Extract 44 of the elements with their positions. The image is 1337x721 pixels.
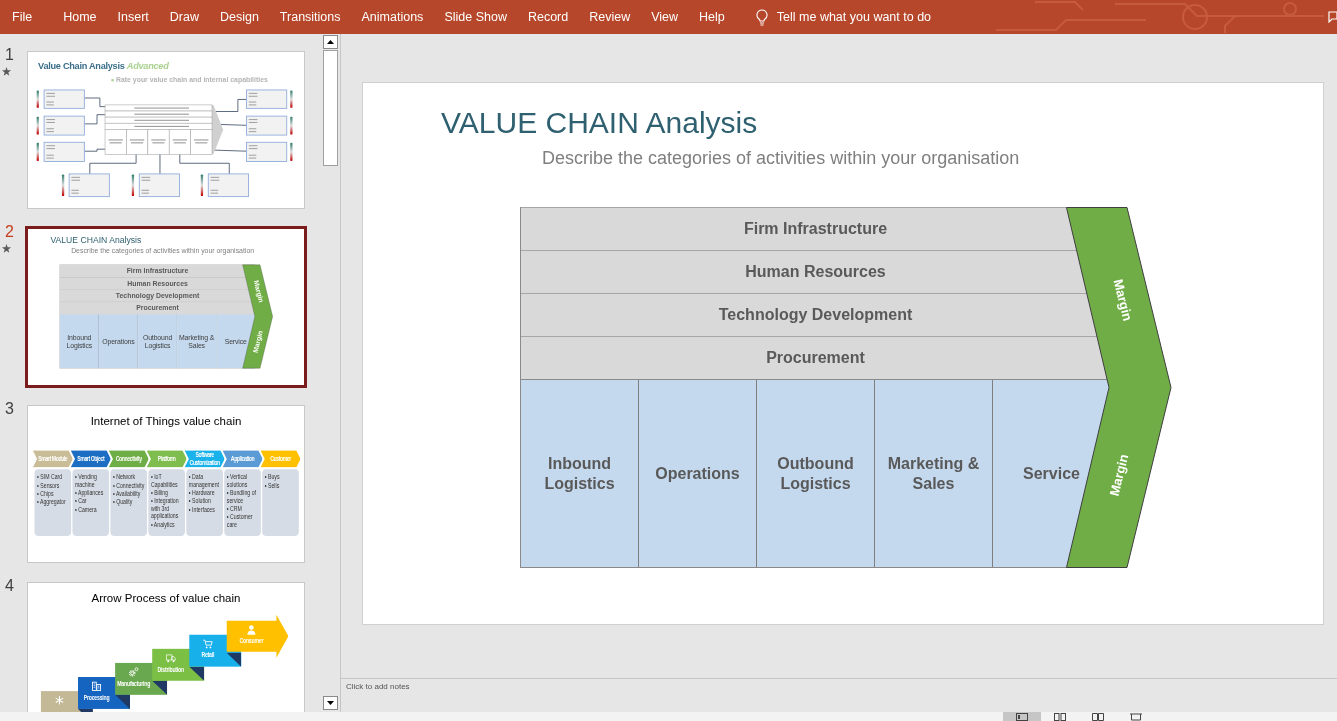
ribbon-tab[interactable]: Design (219, 5, 259, 29)
slide-title: Internet of Things value chain (89, 413, 243, 428)
ribbon-tab[interactable]: Animations (361, 5, 424, 29)
ribbon-tab[interactable]: View (651, 5, 679, 29)
lightbulb-icon (755, 8, 768, 26)
slide-thumbnail[interactable] (25, 226, 307, 388)
grid-icon (1054, 713, 1066, 721)
primary-activity-block: Marketing & Sales (875, 380, 993, 567)
scroll-down-button[interactable] (322, 696, 338, 710)
ribbon-tab[interactable]: Record (527, 5, 569, 29)
ribbon-tab[interactable]: Draw (169, 5, 199, 29)
slide-title: VALUE CHAIN Analysis (441, 105, 758, 141)
triangle-down-icon (326, 701, 334, 705)
bullet-icon (111, 79, 114, 82)
projector-screen-icon (1130, 713, 1142, 721)
primary-activity-block: Inbound Logistics (521, 380, 639, 567)
ribbon-tab[interactable]: Insert (117, 5, 149, 29)
margin-label: Margin (1110, 277, 1136, 323)
comment-icon[interactable] (1328, 11, 1337, 23)
scroll-up-button[interactable] (322, 35, 338, 49)
slide-number: 1 (5, 46, 14, 64)
slide-title: VALUE CHAIN Analysis (50, 234, 142, 247)
ribbon-tab[interactable]: File (12, 5, 33, 29)
slide-number: 2 (5, 223, 14, 241)
notes-placeholder[interactable]: Click to add notes (346, 682, 410, 692)
ribbon-tab[interactable]: Help (699, 5, 725, 29)
ribbon-tab[interactable]: Transitions (279, 5, 341, 29)
tell-me-search[interactable]: Tell me what you want to do (755, 5, 932, 29)
layout-icon (1016, 713, 1028, 721)
triangle-up-icon (326, 40, 334, 44)
ribbon-tab[interactable]: Review (589, 5, 631, 29)
ribbon-tab[interactable]: Home (63, 5, 97, 29)
slide-title: Value Chain Analysis Advanced (37, 59, 169, 73)
slide-subtitle: Describe the categories of activities within your organisation (542, 147, 1020, 169)
person-icon (246, 624, 257, 636)
slide-number: 4 (5, 577, 14, 595)
view-button[interactable] (1003, 712, 1041, 721)
primary-activity-block: Outbound Logistics (757, 380, 875, 567)
ribbon-tab[interactable]: Slide Show (444, 5, 507, 29)
scrollbar-thumb[interactable] (322, 50, 338, 166)
book-icon (1092, 713, 1104, 721)
slide-title: Arrow Process of value chain (90, 590, 242, 605)
slide-number: 3 (5, 400, 14, 418)
primary-activity-block: Operations (639, 380, 757, 567)
